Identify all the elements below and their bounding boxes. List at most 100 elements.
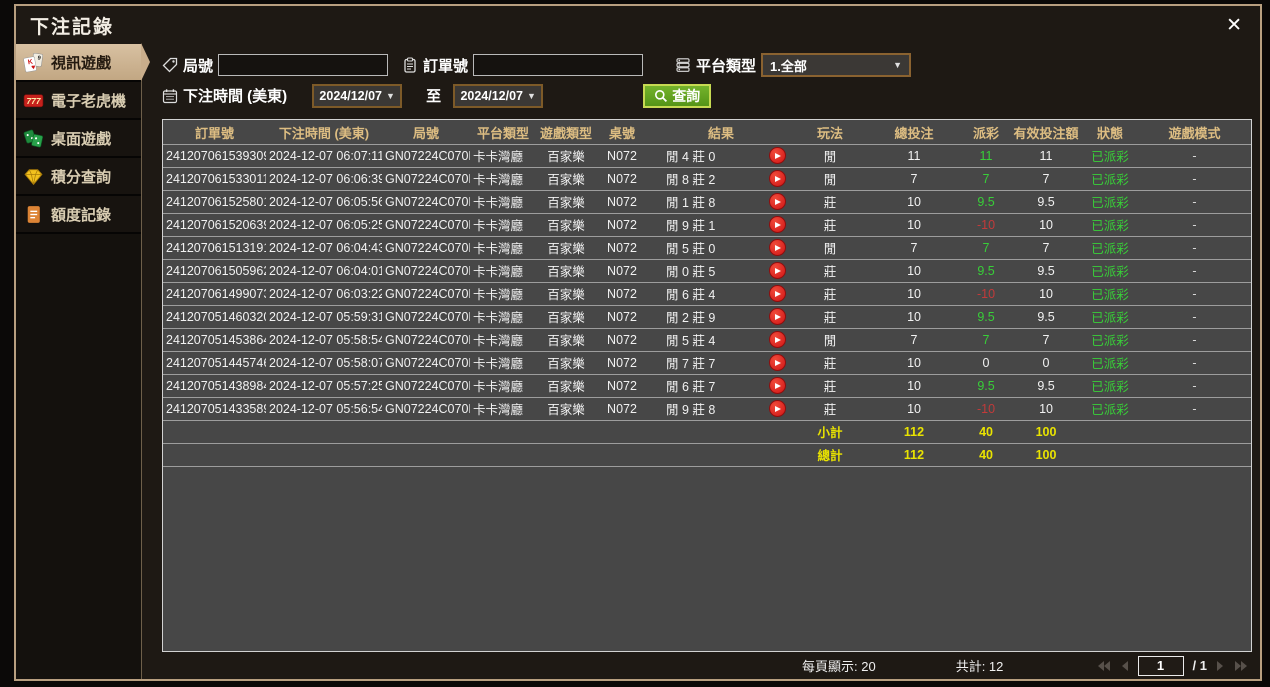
cell-platform: 卡卡灣廳: [470, 305, 536, 329]
play-icon[interactable]: [768, 216, 786, 234]
cell-result: 閒 5 莊 4: [648, 328, 760, 352]
play-icon[interactable]: [768, 377, 786, 395]
prev-page-icon[interactable]: [1120, 660, 1129, 672]
sidebar-item-label: 視訊遊戲: [51, 54, 112, 72]
cell-status: 已派彩: [1082, 213, 1139, 237]
cell-total-bet: 7: [866, 236, 963, 260]
cell-play-type: 閒: [794, 144, 867, 168]
cell-game-mode: -: [1138, 259, 1251, 283]
table-row: 241207061539309 2024-12-07 06:07:11 GN0722…: [163, 144, 1251, 168]
platform-select[interactable]: 1.全部 ▼: [761, 53, 912, 78]
date-to-picker[interactable]: 2024/12/07 ▼: [453, 83, 544, 108]
cell-play-type: 閒: [794, 167, 867, 191]
cell-status: 已派彩: [1082, 282, 1139, 306]
table-row: 241207061520639 2024-12-07 06:05:25 GN0722…: [163, 213, 1251, 237]
cell-play-type: 莊: [794, 305, 867, 329]
cell-bet-time: 2024-12-07 06:04:01: [266, 259, 382, 283]
cell-game-mode: -: [1138, 236, 1251, 260]
cell-game-type: 百家樂: [536, 282, 596, 306]
cell-total-bet: 7: [866, 167, 963, 191]
cell-round-no: GN07224C070E0: [382, 167, 470, 191]
dialog-title: 下注記錄: [30, 16, 115, 38]
cell-replay: [760, 305, 795, 329]
play-icon[interactable]: [768, 308, 786, 326]
cell-table-no: N072: [596, 374, 648, 398]
play-icon[interactable]: [768, 193, 786, 211]
cell-play-type: 莊: [794, 282, 867, 306]
cell-replay: [760, 397, 795, 421]
cell-platform: 卡卡灣廳: [470, 351, 536, 375]
cell-platform: 卡卡灣廳: [470, 236, 536, 260]
cell-table-no: N072: [596, 397, 648, 421]
cell-game-type: 百家樂: [536, 328, 596, 352]
play-icon[interactable]: [768, 400, 786, 418]
query-button[interactable]: 查詢: [643, 83, 712, 108]
sidebar-item-slot-machines[interactable]: 777 電子老虎機: [16, 82, 141, 120]
cell-table-no: N072: [596, 213, 648, 237]
play-icon[interactable]: [768, 354, 786, 372]
first-page-icon[interactable]: [1097, 660, 1111, 672]
cell-valid-bet: 7: [1010, 236, 1083, 260]
sum-label: 小計: [794, 420, 867, 444]
play-icon[interactable]: [768, 147, 786, 165]
cell-valid-bet: 10: [1010, 282, 1083, 306]
cell-total-bet: 11: [866, 144, 963, 168]
cell-game-mode: -: [1138, 397, 1251, 421]
close-icon[interactable]: ✕: [1222, 14, 1246, 37]
sidebar-item-video-games[interactable]: 9 K ♥ 視訊遊戲: [16, 44, 141, 82]
page-number-input[interactable]: [1137, 655, 1184, 676]
order-input[interactable]: [473, 54, 644, 77]
sum-valid-bet: 100: [1010, 420, 1083, 444]
round-input[interactable]: [218, 54, 389, 77]
cell-result: 閒 9 莊 8: [648, 397, 760, 421]
cell-round-no: GN07224C070DV: [382, 282, 470, 306]
cell-bet-time: 2024-12-07 06:03:22: [266, 282, 382, 306]
cell-status: 已派彩: [1082, 259, 1139, 283]
play-icon[interactable]: [768, 239, 786, 257]
last-page-icon[interactable]: [1234, 660, 1248, 672]
cell-game-type: 百家樂: [536, 144, 596, 168]
sum-spacer: [163, 420, 795, 444]
platform-label: 平台類型: [696, 57, 757, 75]
clipboard-icon: [402, 57, 418, 73]
play-icon[interactable]: [768, 170, 786, 188]
date-from-value: 2024/12/07: [319, 88, 382, 103]
date-from-picker[interactable]: 2024/12/07 ▼: [312, 83, 403, 108]
cell-valid-bet: 11: [1010, 144, 1083, 168]
cell-valid-bet: 7: [1010, 167, 1083, 191]
order-label: 訂單號: [423, 57, 469, 75]
cell-play-type: 閒: [794, 236, 867, 260]
cell-game-type: 百家樂: [536, 190, 596, 214]
cell-table-no: N072: [596, 259, 648, 283]
cell-game-type: 百家樂: [536, 351, 596, 375]
cell-status: 已派彩: [1082, 328, 1139, 352]
sidebar-item-label: 桌面遊戲: [51, 130, 112, 148]
page-total-label: / 1: [1192, 658, 1207, 674]
cell-payout: 9.5: [962, 190, 1011, 214]
next-page-icon[interactable]: [1216, 660, 1225, 672]
play-icon[interactable]: [768, 331, 786, 349]
sidebar-item-table-games[interactable]: 桌面遊戲: [16, 120, 141, 158]
cell-replay: [760, 190, 795, 214]
cell-valid-bet: 9.5: [1010, 190, 1083, 214]
sum-empty: [1082, 443, 1139, 467]
sidebar: 9 K ♥ 視訊遊戲 777 電子老虎機桌面遊戲積分查詢 額度記錄: [16, 44, 142, 679]
cell-total-bet: 10: [866, 282, 963, 306]
cell-table-no: N072: [596, 328, 648, 352]
cell-bet-time: 2024-12-07 06:05:56: [266, 190, 382, 214]
cell-replay: [760, 282, 795, 306]
cell-result: 閒 7 莊 7: [648, 351, 760, 375]
bet-records-table-panel: 訂單號 下注時間 (美東) 局號 平台類型 遊戲類型 桌號 結果 玩法 總投注 派彩 有效投注額 狀態…: [162, 119, 1252, 653]
cell-round-no: GN07224C070DL: [382, 397, 470, 421]
play-icon[interactable]: [768, 285, 786, 303]
cell-game-mode: -: [1138, 328, 1251, 352]
cell-table-no: N072: [596, 282, 648, 306]
table-row: 241207051445746 2024-12-07 05:58:07 GN0722…: [163, 351, 1251, 375]
pagination: / 1: [1097, 655, 1248, 676]
play-icon[interactable]: [768, 262, 786, 280]
cell-total-bet: 10: [866, 374, 963, 398]
cell-replay: [760, 259, 795, 283]
sidebar-item-credit-records[interactable]: 額度記錄: [16, 196, 141, 234]
sidebar-item-points-query[interactable]: 積分查詢: [16, 158, 141, 196]
cell-result: 閒 6 莊 7: [648, 374, 760, 398]
